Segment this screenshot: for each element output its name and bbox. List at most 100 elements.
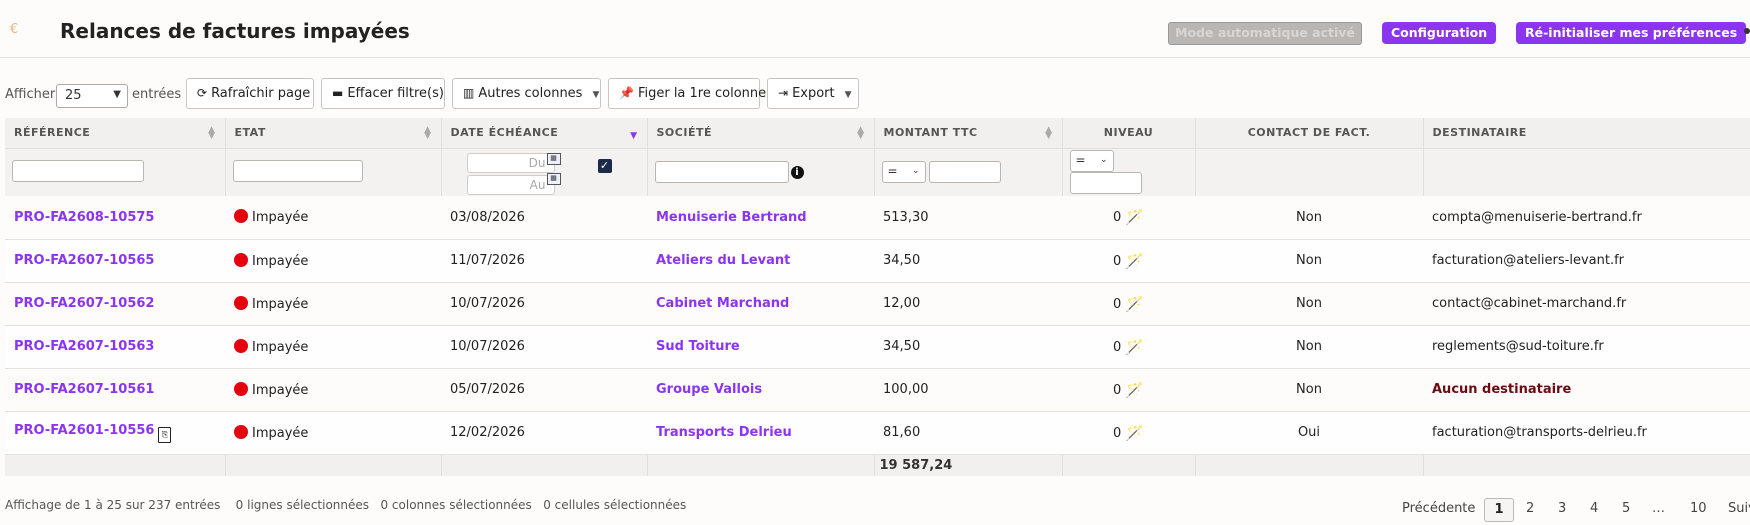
col-header-due-date[interactable]: Date échéance ▼ (441, 118, 648, 149)
level-operator-select[interactable]: = ⌄ (1069, 150, 1114, 173)
reference-link[interactable]: PRO-FA2607-10565 (14, 253, 154, 268)
amount: 81,60 (874, 411, 1062, 455)
invoices-table: Référence ▲ ▼ Etat ▲ ▼ Date échéance ▼ Sociét… (5, 118, 1750, 476)
level-filter-input[interactable] (1069, 172, 1142, 195)
pagination-page[interactable]: 10 (1690, 501, 1707, 516)
magic-wand-icon[interactable]: 🪄 (1125, 208, 1144, 226)
amount: 513,30 (874, 196, 1062, 240)
page-header: € Relances de factures impayées Mode aut… (0, 0, 1750, 58)
pagination-page[interactable]: 5 (1622, 501, 1630, 516)
no-recipient-warning: Aucun destinataire (1432, 382, 1572, 397)
export-icon: ⇥ (778, 86, 789, 100)
company-link[interactable]: Transports Delrieu (656, 425, 792, 440)
magic-wand-icon[interactable]: 🪄 (1125, 424, 1144, 442)
state-label: Impayée (252, 382, 309, 398)
recipient: contact@cabinet-marchand.fr (1423, 282, 1750, 326)
red-dot-icon (234, 381, 248, 396)
freeze-label: Figer la 1re colonne (637, 86, 767, 101)
col-header-recipient[interactable]: Destinataire (1423, 118, 1750, 149)
col-label: Niveau (1103, 126, 1154, 140)
col-header-amount[interactable]: Montant TTC ▲ ▼ (874, 118, 1063, 149)
refresh-button[interactable]: ⟳ Rafraîchir page (186, 78, 314, 109)
col-header-company[interactable]: Société ▲ ▼ (647, 118, 875, 149)
page-size-select[interactable]: 25 ▼ (56, 84, 128, 108)
table-row[interactable]: PRO-FA2607-10563 Impayée 10/07/2026 Sud … (5, 325, 1750, 369)
recipient-filter-cell (1423, 148, 1750, 196)
due-date: 10/07/2026 (441, 325, 647, 369)
recipient: reglements@sud-toiture.fr (1423, 325, 1750, 369)
refresh-icon: ⟳ (197, 86, 208, 100)
billing-contact: Non (1195, 368, 1423, 412)
company-link[interactable]: Ateliers du Levant (656, 253, 790, 268)
table-row[interactable]: PRO-FA2601-10556 ⎘ Impayée 12/02/2026 Tra… (5, 411, 1750, 455)
magic-wand-icon[interactable]: 🪄 (1125, 381, 1144, 399)
company-link[interactable]: Sud Toiture (656, 339, 740, 354)
configuration-button[interactable]: Configuration (1382, 22, 1497, 44)
amount: 12,00 (874, 282, 1062, 326)
export-button[interactable]: ⇥ Export ▼ (767, 78, 859, 109)
col-header-reference[interactable]: Référence ▲ ▼ (5, 118, 226, 149)
calendar-icon[interactable]: ▦ (546, 152, 561, 165)
table-row[interactable]: PRO-FA2607-10565 Impayée 11/07/2026 Atel… (5, 239, 1750, 283)
table-row[interactable]: PRO-FA2607-10561 Impayée 05/07/2026 Grou… (5, 368, 1750, 412)
table-row[interactable]: PRO-FA2608-10575 Impayée 03/08/2026 Menu… (5, 196, 1750, 240)
columns-button[interactable]: ▥ Autres colonnes ▼ (452, 78, 601, 109)
amount-operator-select[interactable]: = ⌄ (881, 161, 926, 184)
recipient: facturation@ateliers-levant.fr (1423, 239, 1750, 283)
clear-filters-button[interactable]: ▬ Effacer filtre(s) (321, 78, 445, 109)
due-date: 05/07/2026 (441, 368, 647, 412)
pagination-page-current[interactable]: 1 (1484, 498, 1514, 522)
magic-wand-icon[interactable]: 🪄 (1125, 252, 1144, 270)
company-link[interactable]: Menuiserie Bertrand (656, 210, 807, 225)
pagination-previous[interactable]: Précédente (1402, 501, 1475, 516)
billing-contact: Non (1195, 196, 1423, 240)
date-from-input[interactable]: Du (466, 152, 555, 173)
chevron-down-icon: ⌄ (1099, 155, 1108, 166)
clear-filters-label: Effacer filtre(s) (347, 86, 444, 101)
amount-filter-input[interactable] (929, 161, 1002, 184)
billing-contact: Non (1195, 239, 1423, 283)
billing-contact: Non (1195, 282, 1423, 326)
company-filter-input[interactable] (654, 161, 789, 184)
auto-mode-button: Mode automatique activé (1168, 22, 1362, 45)
pagination-page[interactable]: 2 (1526, 501, 1534, 516)
pagination-page[interactable]: 3 (1558, 501, 1566, 516)
reference-link[interactable]: PRO-FA2607-10561 (14, 382, 154, 397)
calendar-icon[interactable]: ▦ (546, 172, 561, 185)
col-header-state[interactable]: Etat ▲ ▼ (225, 118, 442, 149)
reference-link[interactable]: PRO-FA2601-10556 (14, 423, 154, 438)
red-dot-icon (234, 424, 248, 439)
state-filter-input[interactable] (232, 159, 363, 182)
euro-icon: € (10, 22, 19, 37)
table-row[interactable]: PRO-FA2607-10562 Impayée 10/07/2026 Cabi… (5, 282, 1750, 326)
pagination-next[interactable]: Suiv (1728, 501, 1750, 516)
reset-preferences-button[interactable]: Ré-initialiser mes préférences (1516, 22, 1747, 44)
col-header-level[interactable]: Niveau (1062, 118, 1196, 149)
col-label: Etat (234, 126, 266, 140)
level-value: 0 (1113, 210, 1122, 226)
col-label: Référence (14, 126, 91, 140)
table-footer: Affichage de 1 à 25 sur 237 entrées 0 li… (0, 498, 1750, 525)
col-header-contact[interactable]: Contact de fact. (1195, 118, 1424, 149)
due-date: 03/08/2026 (441, 196, 647, 240)
reference-link[interactable]: PRO-FA2607-10562 (14, 296, 154, 311)
freeze-column-button[interactable]: 📌 Figer la 1re colonne (608, 78, 766, 109)
magic-wand-icon[interactable]: 🪄 (1125, 338, 1144, 356)
reference-link[interactable]: PRO-FA2607-10563 (14, 339, 154, 354)
red-dot-icon (234, 252, 248, 267)
info-icon[interactable]: i (790, 165, 804, 179)
date-filter-checkbox[interactable]: ✓ (597, 158, 612, 173)
pagination-page[interactable]: 4 (1590, 501, 1598, 516)
chevron-down-icon: ▼ (844, 90, 852, 100)
company-link[interactable]: Groupe Vallois (656, 382, 762, 397)
magic-wand-icon[interactable]: 🪄 (1125, 295, 1144, 313)
more-menu-icon[interactable] (1744, 28, 1750, 34)
state-label: Impayée (252, 253, 309, 269)
eraser-icon: ▬ (332, 86, 344, 100)
reference-link[interactable]: PRO-FA2608-10575 (14, 210, 154, 225)
date-to-input[interactable]: Au (466, 174, 555, 195)
pdf-file-icon[interactable]: ⎘ (158, 426, 172, 443)
amount: 34,50 (874, 239, 1062, 283)
reference-filter-input[interactable] (12, 159, 144, 182)
company-link[interactable]: Cabinet Marchand (656, 296, 789, 311)
